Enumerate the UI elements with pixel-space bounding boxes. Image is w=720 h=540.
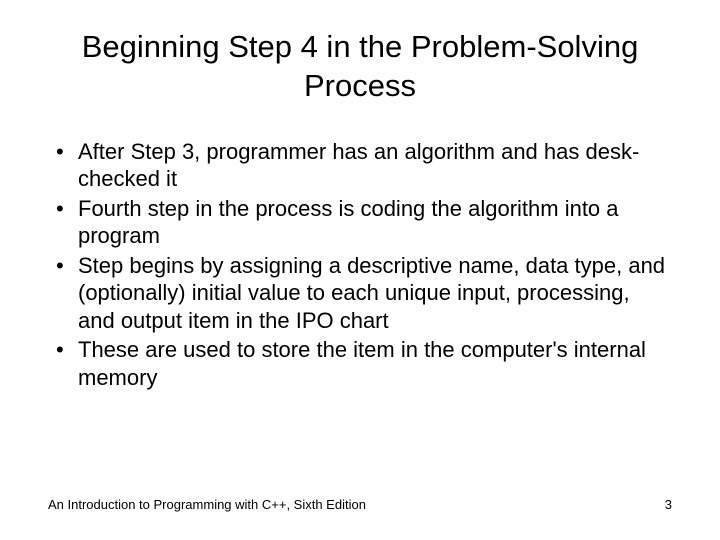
slide-title: Beginning Step 4 in the Problem-Solving … — [48, 28, 672, 106]
slide: Beginning Step 4 in the Problem-Solving … — [0, 0, 720, 540]
list-item: Step begins by assigning a descriptive n… — [52, 252, 672, 335]
page-number: 3 — [665, 497, 672, 512]
list-item: After Step 3, programmer has an algorith… — [52, 138, 672, 193]
footer-text: An Introduction to Programming with C++,… — [48, 497, 366, 512]
list-item: These are used to store the item in the … — [52, 336, 672, 391]
list-item: Fourth step in the process is coding the… — [52, 195, 672, 250]
bullet-list: After Step 3, programmer has an algorith… — [48, 138, 672, 392]
footer: An Introduction to Programming with C++,… — [48, 497, 672, 512]
